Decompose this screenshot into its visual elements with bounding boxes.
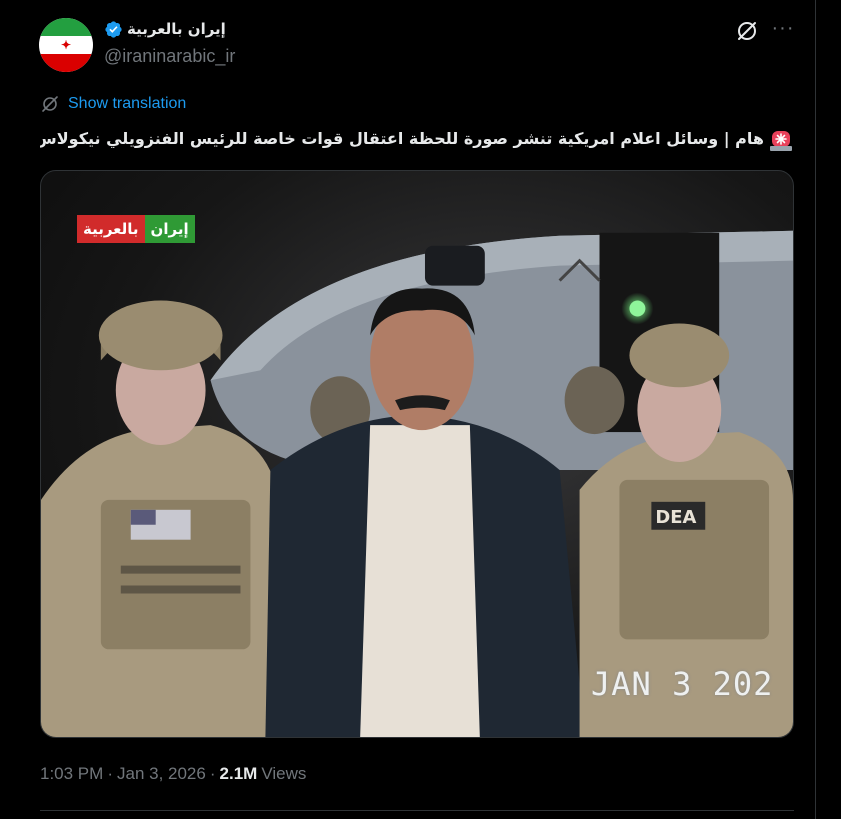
flag-green-band xyxy=(39,18,93,37)
views-count: 2.1M xyxy=(219,764,258,783)
tweet-time[interactable]: 1:03 PM xyxy=(40,764,103,784)
show-translation-button[interactable]: Show translation xyxy=(40,94,186,114)
meta-separator: · xyxy=(107,764,113,783)
channel-watermark: إيران بالعربية xyxy=(77,215,195,243)
tweet-photo[interactable]: DEA إيران بالعربية JAN 3 202 xyxy=(40,170,794,738)
date-stamp: JAN 3 202 xyxy=(591,665,774,703)
show-translation-label[interactable]: Show translation xyxy=(68,95,186,113)
iran-flag-icon: ✦ xyxy=(60,38,72,52)
watermark-left: إيران xyxy=(144,215,195,243)
watermark-right: بالعربية xyxy=(77,215,145,243)
divider xyxy=(40,810,794,811)
dea-patch: DEA xyxy=(655,507,696,528)
author-handle[interactable]: @iraninarabic_ir xyxy=(104,46,235,67)
views-label: Views xyxy=(261,764,307,783)
avatar[interactable]: ✦ xyxy=(39,18,93,72)
rotating-light-icon xyxy=(770,130,792,151)
photo-scene: DEA xyxy=(41,230,793,737)
verified-badge-icon xyxy=(105,20,122,38)
meta-separator-2: · xyxy=(209,764,216,783)
more-options-icon[interactable]: ··· xyxy=(770,18,796,44)
grok-translate-icon xyxy=(42,96,58,112)
tweet-date[interactable]: Jan 3, 2026 xyxy=(117,764,206,784)
tweet-metadata: 1:03 PM · Jan 3, 2026 · 2.1M Views xyxy=(40,764,306,784)
author-name-row[interactable]: إيران بالعربية xyxy=(104,18,226,40)
tweet-text-content: هام | وسائل اعلام امريكية تنشر صورة للحظ… xyxy=(40,129,764,148)
tweet-card[interactable]: ✦ إيران بالعربية @iraninarabic_ir ··· Sh… xyxy=(16,0,816,819)
flag-red-band xyxy=(39,53,93,72)
display-name[interactable]: إيران بالعربية xyxy=(127,20,226,38)
tweet-text: هام | وسائل اعلام امريكية تنشر صورة للحظ… xyxy=(40,124,794,154)
grok-icon[interactable] xyxy=(734,18,760,44)
